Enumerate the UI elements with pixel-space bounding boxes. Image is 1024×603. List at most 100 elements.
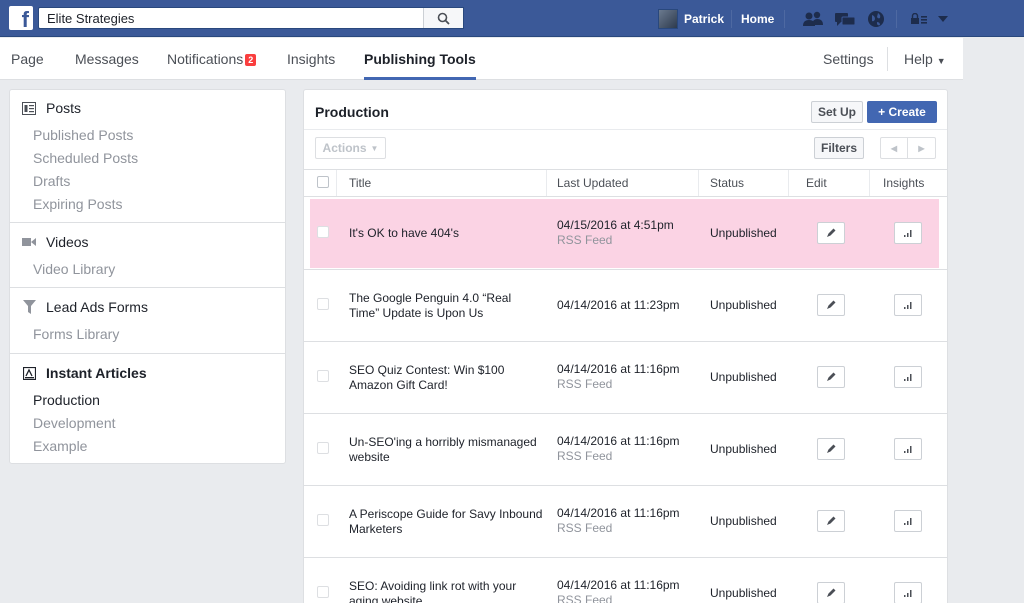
column-last-updated[interactable]: Last Updated: [557, 170, 628, 196]
last-updated-cell: 04/15/2016 at 4:51pm RSS Feed: [557, 218, 674, 248]
insights-button[interactable]: [894, 510, 922, 532]
friend-requests-button[interactable]: [802, 0, 824, 37]
account-menu-button[interactable]: [910, 0, 948, 37]
tab-insights[interactable]: Insights: [287, 38, 335, 80]
instant-articles-title: Instant Articles: [46, 365, 147, 381]
article-title[interactable]: SEO: Avoiding link rot with your aging w…: [349, 579, 544, 603]
sidebar-item-forms-library[interactable]: Forms Library: [33, 326, 119, 342]
facebook-logo-icon[interactable]: f: [9, 6, 33, 30]
pencil-icon: [827, 228, 836, 237]
lead-ads-title: Lead Ads Forms: [46, 299, 148, 315]
help-chevron-icon: ▼: [936, 56, 946, 66]
article-title[interactable]: The Google Penguin 4.0 “Real Time” Updat…: [349, 291, 544, 321]
column-edit: Edit: [806, 176, 827, 190]
sidebar-item-development[interactable]: Development: [33, 415, 116, 431]
status-label: Unpublished: [710, 586, 777, 600]
profile-link[interactable]: Patrick: [658, 0, 724, 37]
last-updated-cell: 04/14/2016 at 11:16pm RSS Feed: [557, 578, 680, 603]
column-status[interactable]: Status: [710, 170, 744, 196]
pencil-icon: [827, 588, 836, 597]
last-updated-date: 04/14/2016 at 11:16pm: [557, 578, 680, 592]
sidebar-item-lead-ads-forms[interactable]: Lead Ads Forms: [22, 299, 148, 315]
tab-notifications[interactable]: Notifications 2: [167, 38, 257, 80]
header-separator: [869, 170, 870, 196]
tab-page-label: Page: [11, 51, 44, 67]
posts-icon: [22, 101, 36, 115]
edit-button[interactable]: [817, 438, 845, 460]
edit-button[interactable]: [817, 366, 845, 388]
friends-icon: [803, 11, 823, 26]
insights-button[interactable]: [894, 582, 922, 603]
insights-button[interactable]: [894, 438, 922, 460]
tab-page[interactable]: Page: [11, 38, 44, 80]
edit-button[interactable]: [817, 582, 845, 603]
top-sep-1: [731, 0, 732, 37]
article-title[interactable]: SEO Quiz Contest: Win $100 Amazon Gift C…: [349, 363, 544, 393]
table-row[interactable]: Un-SEO'ing a horribly mismanaged website…: [304, 414, 947, 486]
posts-title: Posts: [46, 100, 82, 116]
row-checkbox[interactable]: [317, 442, 329, 454]
table-row[interactable]: SEO: Avoiding link rot with your aging w…: [304, 558, 947, 603]
sidebar-item-video-library[interactable]: Video Library: [33, 261, 115, 277]
column-title[interactable]: Title: [349, 170, 371, 196]
source-label: RSS Feed: [557, 233, 613, 247]
page-title: Production: [315, 104, 389, 120]
source-label: RSS Feed: [557, 449, 613, 463]
sidebar-item-published-posts[interactable]: Published Posts: [33, 127, 133, 143]
sidebar-item-scheduled-posts[interactable]: Scheduled Posts: [33, 150, 138, 166]
sidebar-item-expiring-posts[interactable]: Expiring Posts: [33, 196, 122, 212]
page-navigation: Page Messages Notifications 2 Insights Pu…: [0, 38, 963, 80]
table-row[interactable]: SEO Quiz Contest: Win $100 Amazon Gift C…: [304, 342, 947, 414]
tab-messages[interactable]: Messages: [75, 38, 139, 80]
insights-button[interactable]: [894, 366, 922, 388]
search-button[interactable]: [423, 8, 463, 28]
table-row[interactable]: A Periscope Guide for Savy Inbound Marke…: [304, 486, 947, 558]
publishing-sidebar: Posts Published Posts Scheduled Posts Dr…: [9, 89, 286, 464]
top-sep-2: [784, 0, 785, 37]
last-updated-date: 04/14/2016 at 11:23pm: [557, 298, 680, 312]
sidebar-item-production[interactable]: Production: [33, 392, 100, 408]
create-button[interactable]: + Create: [867, 101, 937, 123]
article-title[interactable]: Un-SEO'ing a horribly mismanaged website: [349, 435, 544, 465]
tab-publishing-tools[interactable]: Publishing Tools: [364, 38, 476, 80]
home-link[interactable]: Home: [741, 0, 774, 37]
prev-page-button[interactable]: ◀: [880, 137, 908, 159]
article-title[interactable]: It's OK to have 404's: [349, 226, 544, 241]
next-page-button[interactable]: ▶: [907, 137, 936, 159]
article-title[interactable]: A Periscope Guide for Savy Inbound Marke…: [349, 507, 544, 537]
row-checkbox[interactable]: [317, 514, 329, 526]
row-checkbox[interactable]: [317, 370, 329, 382]
pencil-icon: [827, 372, 836, 381]
row-checkbox[interactable]: [317, 298, 329, 310]
nav-divider: [887, 47, 888, 71]
bar-chart-icon: [904, 518, 912, 525]
last-updated-date: 04/15/2016 at 4:51pm: [557, 218, 674, 232]
notification-count-badge: 2: [245, 54, 257, 66]
select-all-checkbox[interactable]: [317, 176, 329, 188]
search-input[interactable]: [39, 8, 425, 28]
sidebar-item-posts[interactable]: Posts: [22, 100, 81, 116]
settings-link[interactable]: Settings: [823, 38, 874, 80]
filters-button[interactable]: Filters: [814, 137, 864, 159]
setup-button[interactable]: Set Up: [811, 101, 863, 123]
edit-button[interactable]: [817, 294, 845, 316]
tab-messages-label: Messages: [75, 51, 139, 67]
row-checkbox[interactable]: [317, 586, 329, 598]
row-checkbox[interactable]: [317, 226, 329, 238]
messages-button[interactable]: [834, 0, 856, 37]
sidebar-item-videos[interactable]: Videos: [22, 234, 89, 250]
insights-button[interactable]: [894, 294, 922, 316]
insights-button[interactable]: [894, 222, 922, 244]
status-label: Unpublished: [710, 298, 777, 312]
edit-button[interactable]: [817, 510, 845, 532]
actions-dropdown[interactable]: Actions ▼: [315, 137, 386, 159]
sidebar-item-instant-articles[interactable]: Instant Articles: [22, 365, 147, 381]
help-menu[interactable]: Help ▼: [904, 38, 946, 80]
edit-button[interactable]: [817, 222, 845, 244]
table-row[interactable]: The Google Penguin 4.0 “Real Time” Updat…: [304, 270, 947, 342]
table-row[interactable]: It's OK to have 404's 04/15/2016 at 4:51p…: [304, 198, 947, 270]
sidebar-item-drafts[interactable]: Drafts: [33, 173, 70, 189]
sidebar-item-example[interactable]: Example: [33, 438, 87, 454]
top-sep-3: [896, 0, 897, 37]
notifications-button[interactable]: [867, 0, 885, 37]
